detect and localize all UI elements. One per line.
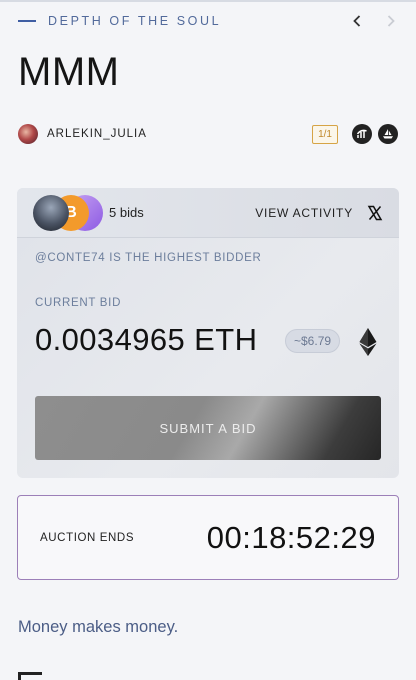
- submit-bid-button[interactable]: SUBMIT A BID: [35, 396, 381, 460]
- ethereum-icon: [359, 328, 377, 356]
- auction-timer-box: AUCTION ENDS 00:18:52:29: [17, 495, 399, 580]
- artwork-description: Money makes money.: [18, 618, 179, 636]
- creator-row: ARLEKIN_JULIA 1/1: [18, 122, 398, 146]
- bid-panel: B 5 bids VIEW ACTIVITY @CONTE74 IS THE H…: [17, 188, 399, 478]
- current-bid-label: CURRENT BID: [35, 297, 122, 309]
- collection-name[interactable]: DEPTH OF THE SOUL: [48, 14, 221, 28]
- bid-panel-header: B 5 bids VIEW ACTIVITY: [17, 188, 399, 238]
- auction-countdown: 00:18:52:29: [206, 519, 376, 555]
- cropped-heading-fragment: [18, 672, 42, 680]
- artwork-title: MMM: [18, 50, 120, 94]
- bid-count: 5 bids: [109, 205, 144, 220]
- top-divider: [0, 0, 416, 2]
- creator-avatar[interactable]: [18, 124, 38, 144]
- chart-icon[interactable]: [352, 124, 372, 144]
- edition-badge: 1/1: [312, 124, 338, 144]
- bidder-avatar-1: [33, 194, 69, 231]
- chevron-right-icon[interactable]: [384, 14, 398, 28]
- creator-name[interactable]: ARLEKIN_JULIA: [47, 128, 147, 140]
- bidder-avatars[interactable]: B: [33, 194, 105, 231]
- usd-equivalent-badge: ~$6.79: [285, 329, 341, 353]
- current-bid-amount: 0.0034965 ETH: [35, 322, 258, 357]
- chevron-left-icon[interactable]: [350, 14, 364, 28]
- collection-header: DEPTH OF THE SOUL: [18, 12, 398, 30]
- x-logo-icon[interactable]: [367, 205, 383, 221]
- highest-bidder-text: @CONTE74 IS THE HIGHEST BIDDER: [35, 252, 262, 264]
- artwork-nav: [350, 14, 398, 28]
- boat-icon[interactable]: [378, 124, 398, 144]
- view-activity-link[interactable]: VIEW ACTIVITY: [255, 206, 353, 220]
- accent-dash: [18, 20, 36, 22]
- auction-ends-label: AUCTION ENDS: [40, 531, 135, 544]
